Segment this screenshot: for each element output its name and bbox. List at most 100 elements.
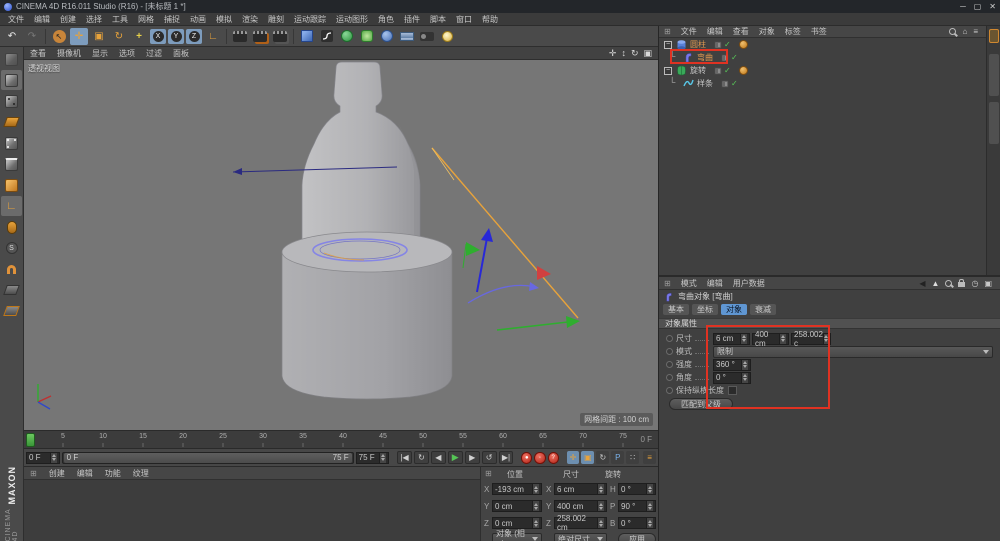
om-menu-view[interactable]: 查看 [733,26,749,37]
position-y-field[interactable]: 0 cm [492,500,542,512]
grid-icon[interactable]: ⊞ [664,279,671,288]
record-keyframe-icon[interactable]: ● [521,452,532,464]
fit-to-parent-button[interactable]: 匹配到父级 [669,398,733,410]
make-editable-icon[interactable] [1,49,22,69]
vp-menu-filter[interactable]: 过滤 [146,48,162,59]
menu-tools[interactable]: 工具 [112,14,128,25]
vp-menu-panel[interactable]: 面板 [173,48,189,59]
coordinate-system-icon[interactable]: ∟ [204,28,222,45]
param-circle-icon[interactable] [666,387,673,394]
light-icon[interactable] [438,28,456,45]
size-y-input[interactable]: 400 cm [752,333,789,345]
grid-icon[interactable]: ⊞ [485,469,492,478]
last-tool-icon[interactable]: + [130,28,148,45]
mat-menu-create[interactable]: 创建 [49,468,65,479]
grid-icon[interactable]: ⊞ [30,469,37,478]
coords-size-dropdown[interactable]: 绝对尺寸 [554,533,607,541]
grid-icon[interactable]: ⊞ [664,27,671,36]
om-menu-objects[interactable]: 对象 [759,26,775,37]
om-menu-file[interactable]: 文件 [681,26,697,37]
workplane-extra-icon[interactable] [1,301,22,321]
vp-menu-view[interactable]: 查看 [30,48,46,59]
expander-icon[interactable]: − [664,67,672,75]
param-circle-icon[interactable] [666,374,673,381]
object-row-lathe[interactable]: − 旋转 ✓ [659,64,984,77]
mat-menu-edit[interactable]: 编辑 [77,468,93,479]
object-name[interactable]: 样条 [697,78,713,89]
am-menu-mode[interactable]: 模式 [681,278,697,289]
am-back-icon[interactable]: ◀ [919,279,925,288]
timeline-options-icon[interactable]: ≡ [643,451,656,464]
object-row-spline[interactable]: └ 样条 ✓ [659,77,984,90]
tab-object[interactable]: 对象 [721,304,747,315]
rotation-p-field[interactable]: 90 ° [618,500,656,512]
cylinder-mesh[interactable] [282,252,452,399]
end-frame-field[interactable]: 75 F [356,452,390,464]
axis-z-button[interactable]: Z [186,29,202,44]
autokey-icon[interactable]: ◦ [534,452,545,464]
menu-create[interactable]: 创建 [60,14,76,25]
mode-dropdown[interactable]: 限制 [713,346,993,358]
am-lock-icon[interactable] [958,282,965,287]
object-properties-header[interactable]: 对象属性 [659,318,1000,329]
goto-end-icon[interactable]: ▶| [499,451,514,464]
am-menu-edit[interactable]: 编辑 [707,278,723,289]
om-menu-tags[interactable]: 标签 [785,26,801,37]
prev-frame-icon[interactable]: ◀ [431,451,446,464]
play-icon[interactable]: ▶ [448,451,463,464]
axis-x-button[interactable]: X [150,29,166,44]
am-new-icon[interactable]: ▣ [984,279,992,288]
key-pla-icon[interactable]: ∷ [626,451,639,464]
mat-menu-function[interactable]: 功能 [105,468,121,479]
phong-tag-icon[interactable] [739,40,748,49]
visibility-toggles[interactable]: ✓ [714,66,731,75]
bend-cage-line[interactable] [432,148,578,318]
object-name[interactable]: 旋转 [690,65,706,76]
timeline-range-slider[interactable]: 0 F 75 F [62,452,354,464]
am-menu-userdata[interactable]: 用户数据 [733,278,765,289]
visibility-toggles[interactable]: ✓ [721,79,738,88]
mat-menu-texture[interactable]: 纹理 [133,468,149,479]
param-circle-icon[interactable] [666,361,673,368]
rotation-h-field[interactable]: 0 ° [618,483,656,495]
phong-tag-icon[interactable] [739,66,748,75]
param-circle-icon[interactable] [666,335,673,342]
size-x-field[interactable]: 6 cm [554,483,607,495]
panel-tab-active[interactable] [989,29,999,43]
edges-mode-icon[interactable] [1,154,22,174]
menu-script[interactable]: 脚本 [430,14,446,25]
am-up-icon[interactable]: ▲ [932,279,940,288]
vp-rotate-icon[interactable]: ↻ [631,48,639,59]
workplane-mode-icon[interactable] [1,112,22,132]
key-rotation-icon[interactable]: ↻ [596,451,609,464]
menu-sculpt[interactable]: 雕刻 [268,14,284,25]
tab-falloff[interactable]: 衰减 [750,304,776,315]
menu-animate[interactable]: 动画 [190,14,206,25]
snap-icon[interactable] [1,259,22,279]
rotate-tool-icon[interactable]: ↻ [110,28,128,45]
keep-length-checkbox[interactable] [728,386,737,395]
floor-icon[interactable] [398,28,416,45]
subdivision-surface-icon[interactable] [338,28,356,45]
menu-plugins[interactable]: 插件 [404,14,420,25]
menu-simulate[interactable]: 模拟 [216,14,232,25]
size-z-input[interactable]: 258.002 c [791,333,831,345]
live-selection-icon[interactable]: ↖ [50,28,68,45]
vp-menu-options[interactable]: 选项 [119,48,135,59]
texture-mode-icon[interactable] [1,91,22,111]
render-region-icon[interactable] [251,28,269,45]
om-search-icon[interactable] [949,28,956,35]
object-name[interactable]: 圆柱 [690,39,706,50]
vp-pan-icon[interactable]: ✛ [609,48,617,59]
polygons-mode-icon[interactable] [1,175,22,195]
play-mode-icon[interactable]: ↻ [414,451,429,464]
menu-motion-tracker[interactable]: 运动跟踪 [294,14,326,25]
object-row-bend[interactable]: └ 弯曲 ✓ [659,51,984,64]
object-name[interactable]: 弯曲 [697,52,713,63]
angle-input[interactable]: 0 ° [713,372,751,384]
size-z-field[interactable]: 258.002 cm [554,517,607,529]
coords-mode-dropdown[interactable]: 对象 (相对) [492,533,542,541]
loop-icon[interactable]: ↺ [482,451,497,464]
object-row-cylinder[interactable]: − 圆柱 ✓ [659,38,984,51]
maximize-button[interactable]: ▢ [974,2,982,11]
